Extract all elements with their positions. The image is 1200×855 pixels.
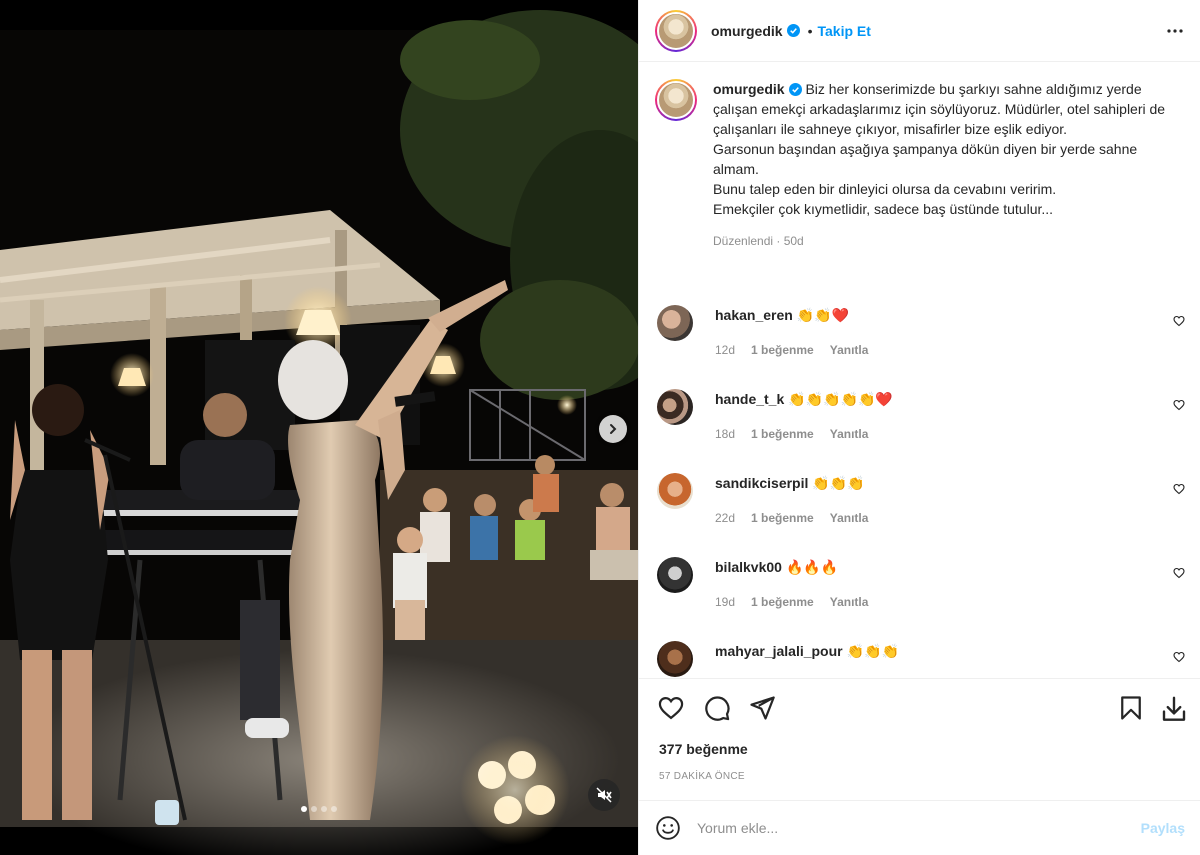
- muted-speaker-icon: [596, 787, 612, 803]
- likes-count[interactable]: 377 beğenme: [659, 741, 748, 757]
- carousel-next-button[interactable]: [599, 415, 627, 443]
- post-media[interactable]: [0, 0, 638, 855]
- caption-author-username[interactable]: omurgedik: [713, 81, 785, 97]
- verified-badge-icon: [788, 83, 802, 96]
- carousel-dot: [331, 806, 337, 812]
- comment-body: sandikciserpil 👏👏👏: [715, 473, 865, 493]
- download-icon[interactable]: [1159, 694, 1189, 724]
- comment-like-icon[interactable]: [1173, 315, 1185, 327]
- caption-content: Biz her konserimizde bu şarkıyı sahne al…: [713, 81, 1166, 217]
- author-row: omurgedik • Takip Et: [711, 23, 871, 39]
- carousel-dot: [311, 806, 317, 812]
- more-options-icon[interactable]: [1165, 21, 1185, 41]
- comment-likes[interactable]: 1 beğenme: [751, 427, 814, 441]
- post-timestamp[interactable]: 57 DAKİKA ÖNCE: [659, 771, 745, 782]
- comment-body: hakan_eren 👏👏❤️: [715, 305, 849, 325]
- commenter-avatar[interactable]: [657, 305, 693, 341]
- commenter-username[interactable]: sandikciserpil: [715, 475, 808, 491]
- post-actions: 377 beğenme 57 DAKİKA ÖNCE: [639, 678, 1200, 800]
- comment-likes[interactable]: 1 beğenme: [751, 595, 814, 609]
- comment-body: hande_t_k 👏👏👏👏👏❤️: [715, 389, 893, 409]
- comment-age: 19d: [715, 595, 736, 609]
- share-icon[interactable]: [748, 694, 776, 722]
- author-avatar-image: [657, 11, 695, 50]
- comment-icon[interactable]: [703, 694, 731, 722]
- separator-dot: •: [807, 22, 813, 39]
- carousel-dot: [321, 806, 327, 812]
- comment-meta: 12d 1 beğenme Yanıtla: [715, 343, 868, 357]
- caption-text: omurgedik Biz her konserimizde bu şarkıy…: [713, 79, 1173, 219]
- caption-meta: Düzenlendi · 50d: [713, 234, 804, 248]
- commenter-avatar[interactable]: [657, 389, 693, 425]
- comment-age: 12d: [715, 343, 736, 357]
- comment-like-icon[interactable]: [1173, 483, 1185, 495]
- post-header: omurgedik • Takip Et: [639, 0, 1200, 62]
- comment-item: mahyar_jalali_pour 👏👏👏: [655, 641, 1185, 678]
- caption-author-avatar-image: [657, 81, 695, 119]
- comment-like-icon[interactable]: [1173, 399, 1185, 411]
- comment-like-icon[interactable]: [1173, 651, 1185, 663]
- reply-button[interactable]: Yanıtla: [830, 511, 869, 525]
- comment-item: sandikciserpil 👏👏👏 22d 1 beğenme Yanıtla: [655, 473, 1185, 557]
- emoji-icon[interactable]: [655, 815, 681, 841]
- comment-item: bilalkvk00 🔥🔥🔥 19d 1 beğenme Yanıtla: [655, 557, 1185, 641]
- heart-icon[interactable]: [657, 694, 685, 722]
- commenter-username[interactable]: hande_t_k: [715, 391, 784, 407]
- comment-body: mahyar_jalali_pour 👏👏👏: [715, 641, 899, 661]
- add-comment-bar: Paylaş: [639, 800, 1200, 855]
- comment-text: 👏👏👏👏👏❤️: [788, 391, 893, 407]
- comment-input[interactable]: [697, 820, 1117, 836]
- commenter-avatar[interactable]: [657, 641, 693, 677]
- author-avatar[interactable]: [655, 9, 697, 52]
- comments-list[interactable]: omurgedik Biz her konserimizde bu şarkıy…: [639, 63, 1200, 678]
- commenter-avatar[interactable]: [657, 557, 693, 593]
- post-comment-button[interactable]: Paylaş: [1141, 820, 1185, 836]
- comment-text: 👏👏👏: [812, 475, 865, 491]
- commenter-username[interactable]: hakan_eren: [715, 307, 793, 323]
- comment-age: 18d: [715, 427, 736, 441]
- post-caption: omurgedik Biz her konserimizde bu şarkıy…: [655, 79, 1185, 251]
- reply-button[interactable]: Yanıtla: [830, 595, 869, 609]
- post-side-panel: omurgedik • Takip Et omurgedik Biz her k…: [638, 0, 1200, 855]
- author-username[interactable]: omurgedik: [711, 23, 783, 39]
- caption-author-avatar[interactable]: [655, 79, 697, 121]
- comment-text: 🔥🔥🔥: [785, 559, 839, 575]
- comment-like-icon[interactable]: [1173, 567, 1185, 579]
- follow-button[interactable]: Takip Et: [817, 23, 870, 39]
- comment-likes[interactable]: 1 beğenme: [751, 343, 814, 357]
- comment-likes[interactable]: 1 beğenme: [751, 511, 814, 525]
- comment-item: hande_t_k 👏👏👏👏👏❤️ 18d 1 beğenme Yanıtla: [655, 389, 1185, 473]
- commenter-username[interactable]: bilalkvk00: [715, 559, 782, 575]
- comment-text: 👏👏👏: [846, 643, 899, 659]
- comment-meta: 19d 1 beğenme Yanıtla: [715, 595, 868, 609]
- comment-body: bilalkvk00 🔥🔥🔥: [715, 557, 838, 577]
- commenter-username[interactable]: mahyar_jalali_pour: [715, 643, 843, 659]
- comment-meta: 22d 1 beğenme Yanıtla: [715, 511, 868, 525]
- comment-item: hakan_eren 👏👏❤️ 12d 1 beğenme Yanıtla: [655, 305, 1185, 389]
- reply-button[interactable]: Yanıtla: [830, 427, 869, 441]
- chevron-right-icon: [610, 424, 617, 434]
- caption-body: omurgedik Biz her konserimizde bu şarkıy…: [713, 79, 1173, 251]
- bookmark-icon[interactable]: [1117, 694, 1145, 722]
- mute-toggle-button[interactable]: [588, 779, 620, 811]
- comment-text: 👏👏❤️: [796, 307, 850, 323]
- commenter-avatar[interactable]: [657, 473, 693, 509]
- carousel-indicator: [301, 806, 337, 812]
- verified-badge-icon: [786, 24, 800, 37]
- comment-age: 22d: [715, 511, 736, 525]
- concert-photo: [0, 0, 638, 855]
- reply-button[interactable]: Yanıtla: [830, 343, 869, 357]
- carousel-dot: [301, 806, 307, 812]
- comment-meta: 18d 1 beğenme Yanıtla: [715, 427, 868, 441]
